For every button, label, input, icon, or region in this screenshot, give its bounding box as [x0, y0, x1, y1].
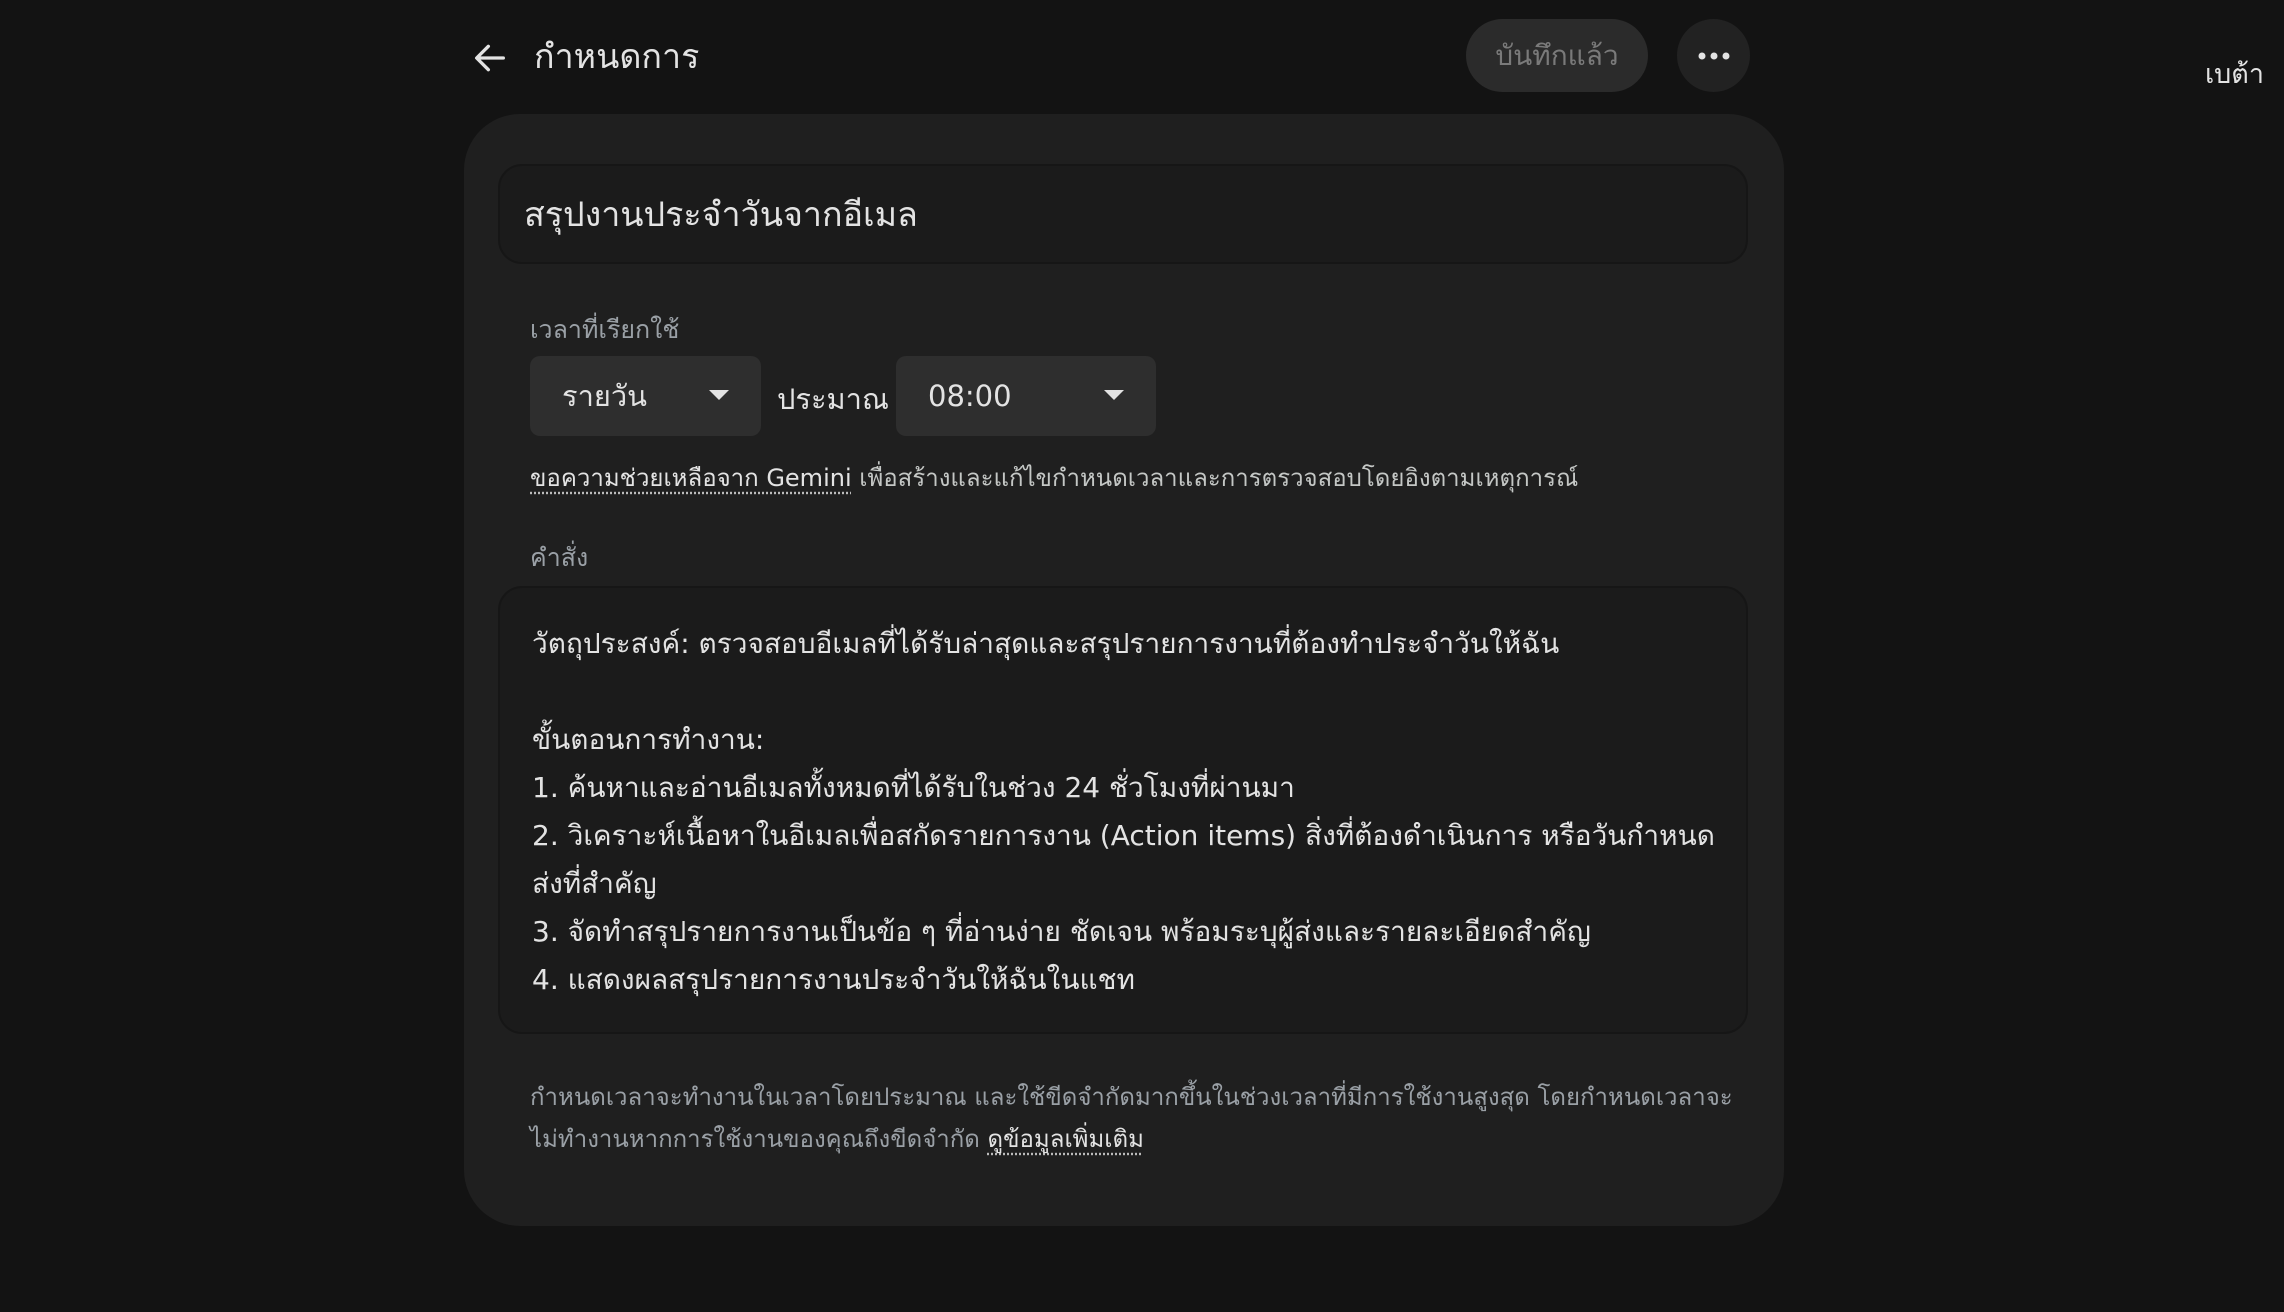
more-horizontal-icon — [1698, 52, 1729, 59]
back-button[interactable] — [464, 32, 516, 84]
approx-label: ประมาณ — [777, 382, 889, 416]
instruction-step: 1. ค้นหาและอ่านอีเมลทั้งหมดที่ได้รับในช่… — [532, 771, 1295, 804]
schedule-editor-page: กำหนดการ บันทึกแล้ว เบต้า เวลาที่เรียกใช… — [0, 0, 2284, 1312]
instruction-blank-line — [532, 668, 1722, 716]
gemini-help-text: ขอความช่วยเหลือจาก Gemini เพื่อสร้างและแ… — [530, 458, 1578, 497]
top-bar: กำหนดการ บันทึกแล้ว — [464, 18, 1754, 94]
frequency-select[interactable]: รายวัน — [530, 356, 761, 436]
time-value: 08:00 — [928, 379, 1012, 413]
footer-note: กำหนดเวลาจะทำงานในเวลาโดยประมาณ และใช้ขี… — [530, 1076, 1740, 1160]
instructions-section-label: คำสั่ง — [530, 543, 589, 572]
instruction-step: 3. จัดทำสรุปรายการงานเป็นข้อ ๆ ที่อ่านง่… — [532, 915, 1591, 948]
more-options-button[interactable] — [1677, 19, 1750, 92]
chevron-down-icon — [709, 390, 729, 400]
schedule-card: เวลาที่เรียกใช้ รายวัน ประมาณ 08:00 ขอคว… — [464, 114, 1784, 1226]
gemini-help-link[interactable]: ขอความช่วยเหลือจาก Gemini — [530, 464, 852, 492]
instruction-step: 4. แสดงผลสรุปรายการงานประจำวันให้ฉันในแช… — [532, 963, 1135, 996]
learn-more-link[interactable]: ดูข้อมูลเพิ่มเติม — [988, 1125, 1144, 1153]
instruction-step: 2. วิเคราะห์เนื้อหาในอีเมลเพื่อสกัดรายกา… — [532, 819, 1715, 900]
beta-badge: เบต้า — [2204, 59, 2264, 90]
instruction-objective: วัตถุประสงค์: ตรวจสอบอีเมลที่ได้รับล่าสุ… — [532, 627, 1560, 660]
time-select[interactable]: 08:00 — [896, 356, 1156, 436]
saved-button[interactable]: บันทึกแล้ว — [1466, 19, 1648, 92]
gemini-help-description: เพื่อสร้างและแก้ไขกำหนดเวลาและการตรวจสอบ… — [851, 464, 1579, 492]
arrow-left-icon — [475, 44, 505, 72]
page-title: กำหนดการ — [534, 37, 700, 77]
time-section-label: เวลาที่เรียกใช้ — [530, 315, 680, 344]
chevron-down-icon — [1104, 390, 1124, 400]
instructions-textarea[interactable]: วัตถุประสงค์: ตรวจสอบอีเมลที่ได้รับล่าสุ… — [498, 586, 1748, 1034]
schedule-name-input[interactable] — [498, 164, 1748, 264]
frequency-value: รายวัน — [562, 379, 647, 413]
instruction-steps-title: ขั้นตอนการทำงาน: — [532, 723, 765, 756]
